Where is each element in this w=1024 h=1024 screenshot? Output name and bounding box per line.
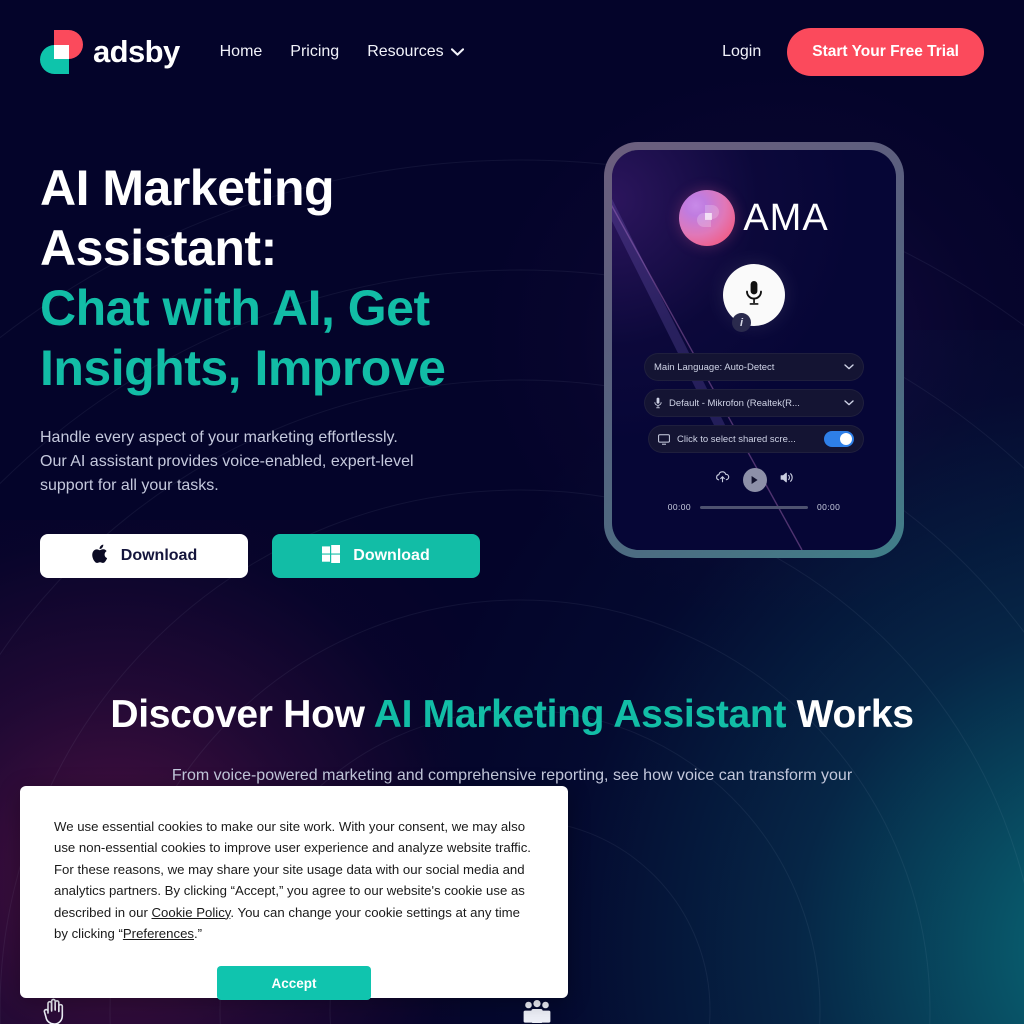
microphone-icon xyxy=(744,279,764,312)
language-select-label: Main Language: Auto-Detect xyxy=(654,361,775,373)
monitor-icon xyxy=(658,433,670,445)
cookie-text: We use essential cookies to make our sit… xyxy=(54,816,534,944)
app-preview-device: AMA i Main Language: Auto-Detect Default… xyxy=(604,142,904,558)
info-badge-icon[interactable]: i xyxy=(732,313,751,332)
nav-item-resources-label: Resources xyxy=(367,43,444,60)
nav-item-pricing[interactable]: Pricing xyxy=(290,43,339,61)
accept-cookies-button[interactable]: Accept xyxy=(217,966,371,1001)
device-screen: AMA i Main Language: Auto-Detect Default… xyxy=(612,150,896,550)
hero-title-accent1: Chat with AI, Get xyxy=(40,280,430,336)
cookie-text-3: .” xyxy=(194,926,203,942)
microphone-button[interactable] xyxy=(723,264,785,326)
cookie-policy-link[interactable]: Cookie Policy xyxy=(152,905,231,920)
ama-branding: AMA xyxy=(612,190,896,246)
navbar-right: Login Start Your Free Trial xyxy=(722,28,984,76)
hero-title-line2: Assistant: xyxy=(40,220,277,276)
ama-app-name: AMA xyxy=(743,196,829,239)
discover-heading-part2: Works xyxy=(786,693,914,736)
click-hand-icon xyxy=(40,995,68,1024)
download-buttons: Download Download xyxy=(40,534,510,578)
volume-icon[interactable] xyxy=(780,471,794,489)
navbar: adsby Home Pricing Resources Login Start… xyxy=(0,0,1024,104)
cookie-banner: We use essential cookies to make our sit… xyxy=(20,786,568,1001)
upload-cloud-icon[interactable] xyxy=(715,471,730,489)
preferences-link[interactable]: Preferences xyxy=(123,926,194,941)
download-mac-label: Download xyxy=(120,547,198,564)
shared-screen-label: Click to select shared scre... xyxy=(677,433,796,445)
time-end: 00:00 xyxy=(817,502,841,512)
shared-screen-toggle[interactable] xyxy=(824,431,854,447)
seek-bar[interactable] xyxy=(700,505,808,509)
audio-player: 00:00 00:00 xyxy=(612,468,896,512)
login-link[interactable]: Login xyxy=(722,43,761,61)
windows-icon xyxy=(322,544,341,568)
nav-links: Home Pricing Resources xyxy=(220,43,464,61)
adsby-logo-icon xyxy=(40,30,84,74)
seek-row: 00:00 00:00 xyxy=(668,502,841,512)
logo[interactable]: adsby xyxy=(40,30,180,74)
download-win-label: Download xyxy=(353,547,430,564)
download-windows-button[interactable]: Download xyxy=(272,534,480,578)
discover-heading-part1: Discover How xyxy=(110,693,374,736)
download-mac-button[interactable]: Download xyxy=(40,534,248,578)
language-select[interactable]: Main Language: Auto-Detect xyxy=(644,353,864,381)
logo-text: adsby xyxy=(93,34,180,69)
hero-title: AI Marketing Assistant: Chat with AI, Ge… xyxy=(40,158,510,398)
people-group-icon xyxy=(522,1000,552,1024)
nav-item-home[interactable]: Home xyxy=(220,43,263,61)
microphone-select[interactable]: Default - Mikrofon (Realtek(R... xyxy=(644,389,864,417)
start-free-trial-button[interactable]: Start Your Free Trial xyxy=(787,28,984,76)
nav-item-home-label: Home xyxy=(219,43,263,60)
mic-small-icon xyxy=(654,397,662,409)
page-root: adsby Home Pricing Resources Login Start… xyxy=(0,0,1024,1024)
discover-heading: Discover How AI Marketing Assistant Work… xyxy=(0,690,1024,740)
hero-title-line1: AI Marketing xyxy=(40,160,335,216)
hero-subtitle: Handle every aspect of your marketing ef… xyxy=(40,429,414,494)
ama-logo-icon xyxy=(679,190,736,246)
hero-section: AI Marketing Assistant: Chat with AI, Ge… xyxy=(40,158,510,578)
player-controls xyxy=(715,468,794,492)
chevron-down-icon xyxy=(450,43,464,61)
nav-item-pricing-label: Pricing xyxy=(290,43,340,60)
play-button[interactable] xyxy=(742,468,767,492)
hero-title-accent2: Insights, Improve xyxy=(40,340,446,396)
time-start: 00:00 xyxy=(667,502,691,512)
chevron-down-icon xyxy=(844,362,854,373)
shared-screen-toggle-row[interactable]: Click to select shared scre... xyxy=(648,425,864,453)
chevron-down-icon xyxy=(844,398,854,409)
discover-heading-accent: AI Marketing Assistant xyxy=(373,693,787,736)
apple-icon xyxy=(91,544,108,569)
microphone-select-label: Default - Mikrofon (Realtek(R... xyxy=(669,397,800,409)
nav-item-resources[interactable]: Resources xyxy=(367,43,464,61)
